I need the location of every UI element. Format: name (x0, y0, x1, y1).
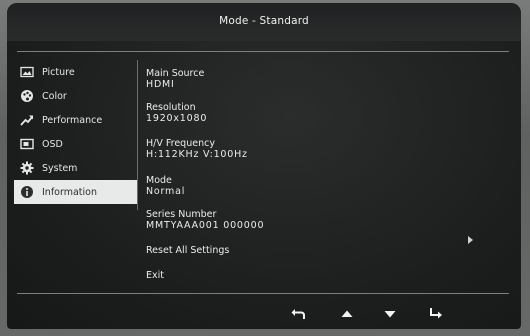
exit-item[interactable]: Exit (146, 270, 164, 281)
down-button[interactable] (379, 303, 401, 325)
gear-icon (20, 161, 34, 175)
exit-label: Exit (146, 270, 164, 281)
enter-icon (430, 308, 442, 319)
bottom-divider (17, 293, 509, 294)
osd-button-bar (7, 303, 521, 325)
down-arrow-icon (384, 311, 396, 318)
main-source-label: Main Source (146, 68, 205, 79)
top-divider (17, 51, 509, 52)
sidebar-item-performance[interactable]: Performance (14, 108, 137, 132)
reset-all-settings-item[interactable]: Reset All Settings (146, 245, 229, 256)
enter-button[interactable] (425, 303, 447, 325)
sidebar-item-label: Performance (42, 114, 103, 126)
osd-icon (20, 137, 34, 151)
sidebar-divider (137, 60, 138, 210)
sidebar-item-system[interactable]: System (14, 156, 137, 180)
reset-all-settings-label: Reset All Settings (146, 245, 230, 256)
resolution-label: Resolution (146, 102, 196, 113)
info-icon (20, 185, 34, 199)
frequency-value: H:112KHz V:100Hz (146, 149, 248, 160)
sidebar-item-label: Information (42, 186, 97, 198)
osd-menu: Mode - Standard Picture Color Performanc… (7, 3, 521, 329)
back-icon (291, 309, 305, 319)
main-source-field: Main Source HDMI (146, 68, 204, 90)
sidebar: Picture Color Performance OSD System Inf… (14, 60, 137, 204)
up-arrow-icon (341, 310, 353, 317)
sidebar-item-label: OSD (42, 138, 63, 150)
mode-field: Mode Normal (146, 175, 185, 197)
menu-title: Mode - Standard (219, 15, 309, 27)
sidebar-item-label: System (42, 162, 78, 174)
main-source-value: HDMI (146, 79, 175, 90)
frequency-label: H/V Frequency (146, 138, 215, 149)
sidebar-item-picture[interactable]: Picture (14, 60, 137, 84)
resolution-value: 1920x1080 (146, 113, 208, 124)
trend-icon (20, 113, 34, 127)
serial-value: MMTYAAA001 000000 (146, 220, 265, 231)
mode-label: Mode (146, 175, 172, 186)
picture-icon (20, 65, 34, 79)
sidebar-item-label: Picture (42, 66, 75, 78)
chevron-right-icon (468, 236, 473, 244)
back-button[interactable] (287, 303, 309, 325)
sidebar-item-color[interactable]: Color (14, 84, 137, 108)
palette-icon (20, 89, 34, 103)
frequency-field: H/V Frequency H:112KHz V:100Hz (146, 138, 248, 160)
serial-label: Series Number (146, 209, 217, 220)
mode-value: Normal (146, 186, 186, 197)
resolution-field: Resolution 1920x1080 (146, 102, 207, 124)
serial-field: Series Number MMTYAAA001 000000 (146, 209, 264, 231)
sidebar-item-information[interactable]: Information (14, 180, 137, 204)
up-button[interactable] (336, 303, 358, 325)
sidebar-item-osd[interactable]: OSD (14, 132, 137, 156)
title-bar: Mode - Standard (7, 3, 521, 41)
sidebar-item-label: Color (42, 90, 67, 102)
